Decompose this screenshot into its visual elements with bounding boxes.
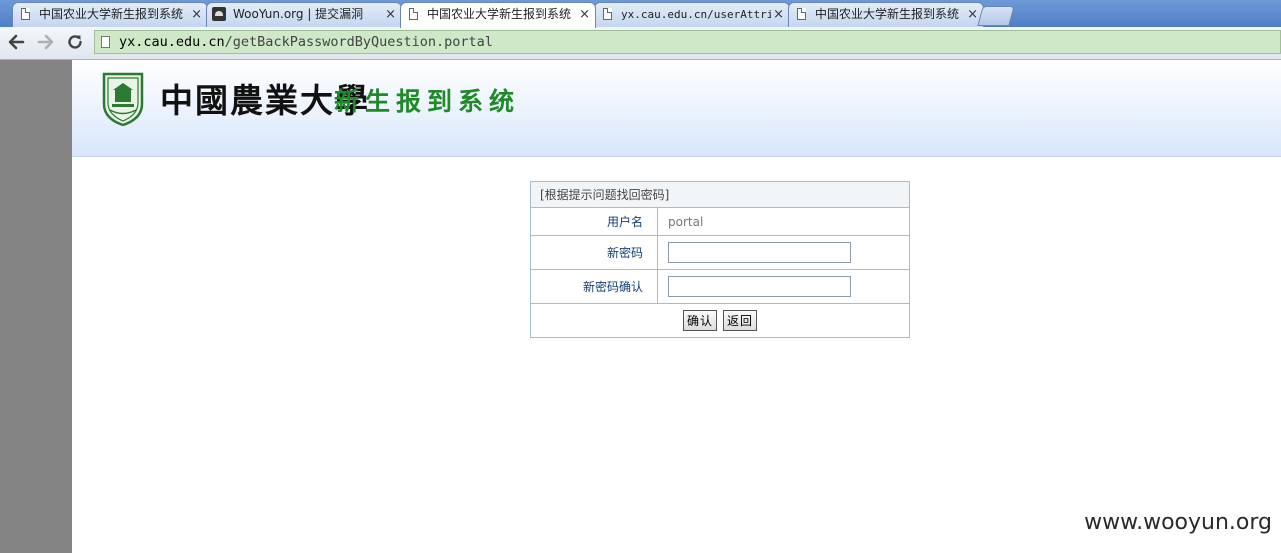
tab-title: 中国农业大学新生报到系统	[427, 7, 572, 21]
tab-title: WooYun.org | 提交漏洞	[233, 7, 364, 21]
close-tab-icon[interactable]: ×	[191, 3, 202, 26]
forward-arrow-icon[interactable]	[37, 33, 55, 51]
watermark-text: www.wooyun.org	[1084, 510, 1272, 535]
new-tab-button[interactable]	[977, 6, 1015, 26]
form-title: [根据提示问题找回密码]	[530, 181, 910, 208]
back-button[interactable]: 返回	[723, 310, 758, 331]
tab-title: yx.cau.edu.cn/userAttri	[621, 8, 771, 21]
page-icon	[409, 8, 418, 20]
wooyun-favicon-icon	[212, 7, 226, 21]
browser-tab-strip: 中国农业大学新生报到系统 × WooYun.org | 提交漏洞 × 中国农业大…	[0, 0, 1281, 28]
page-icon	[101, 36, 110, 48]
address-bar[interactable]: yx.cau.edu.cn/getBackPasswordByQuestion.…	[94, 30, 1281, 54]
browser-tab-2[interactable]: WooYun.org | 提交漏洞 ×	[206, 2, 402, 27]
browser-tab-4[interactable]: yx.cau.edu.cn/userAttri ×	[594, 2, 790, 27]
close-tab-icon[interactable]: ×	[967, 3, 978, 26]
confirm-password-input[interactable]	[668, 276, 851, 297]
address-url[interactable]: yx.cau.edu.cn/getBackPasswordByQuestion.…	[119, 33, 493, 51]
close-tab-icon[interactable]: ×	[385, 3, 396, 26]
page-icon	[21, 8, 30, 20]
url-path: /getBackPasswordByQuestion.portal	[224, 34, 493, 50]
recover-password-form: [根据提示问题找回密码] 用户名 portal 新密码 新密码确认 确认 返回	[530, 181, 910, 338]
page-icon	[797, 8, 806, 20]
system-name-title: 新生报到系统	[334, 87, 521, 116]
browser-tab-1[interactable]: 中国农业大学新生报到系统 ×	[12, 2, 208, 27]
reload-icon[interactable]	[66, 33, 84, 51]
university-emblem-icon	[102, 72, 144, 126]
browser-tab-3-active[interactable]: 中国农业大学新生报到系统 ×	[400, 2, 596, 28]
new-password-label: 新密码	[530, 235, 658, 270]
back-arrow-icon[interactable]	[7, 33, 25, 51]
confirm-button[interactable]: 确认	[682, 310, 717, 331]
username-label: 用户名	[530, 207, 658, 236]
browser-toolbar: yx.cau.edu.cn/getBackPasswordByQuestion.…	[0, 27, 1281, 60]
tab-title: 中国农业大学新生报到系统	[815, 7, 960, 21]
username-value: portal	[657, 207, 910, 236]
close-tab-icon[interactable]: ×	[579, 3, 590, 26]
close-tab-icon[interactable]: ×	[773, 3, 784, 26]
new-password-input[interactable]	[668, 242, 851, 263]
page-icon	[603, 8, 612, 20]
site-header-banner: 中國農業大學 新生报到系统	[72, 60, 1281, 157]
browser-tab-5[interactable]: 中国农业大学新生报到系统 ×	[788, 2, 984, 27]
url-host: yx.cau.edu.cn	[119, 34, 225, 50]
tab-title: 中国农业大学新生报到系统	[39, 7, 184, 21]
form-actions: 确认 返回	[530, 303, 910, 338]
left-gutter	[0, 60, 72, 553]
page-content: 中國農業大學 新生报到系统 [根据提示问题找回密码] 用户名 portal 新密…	[72, 60, 1281, 553]
confirm-password-label: 新密码确认	[530, 269, 658, 304]
